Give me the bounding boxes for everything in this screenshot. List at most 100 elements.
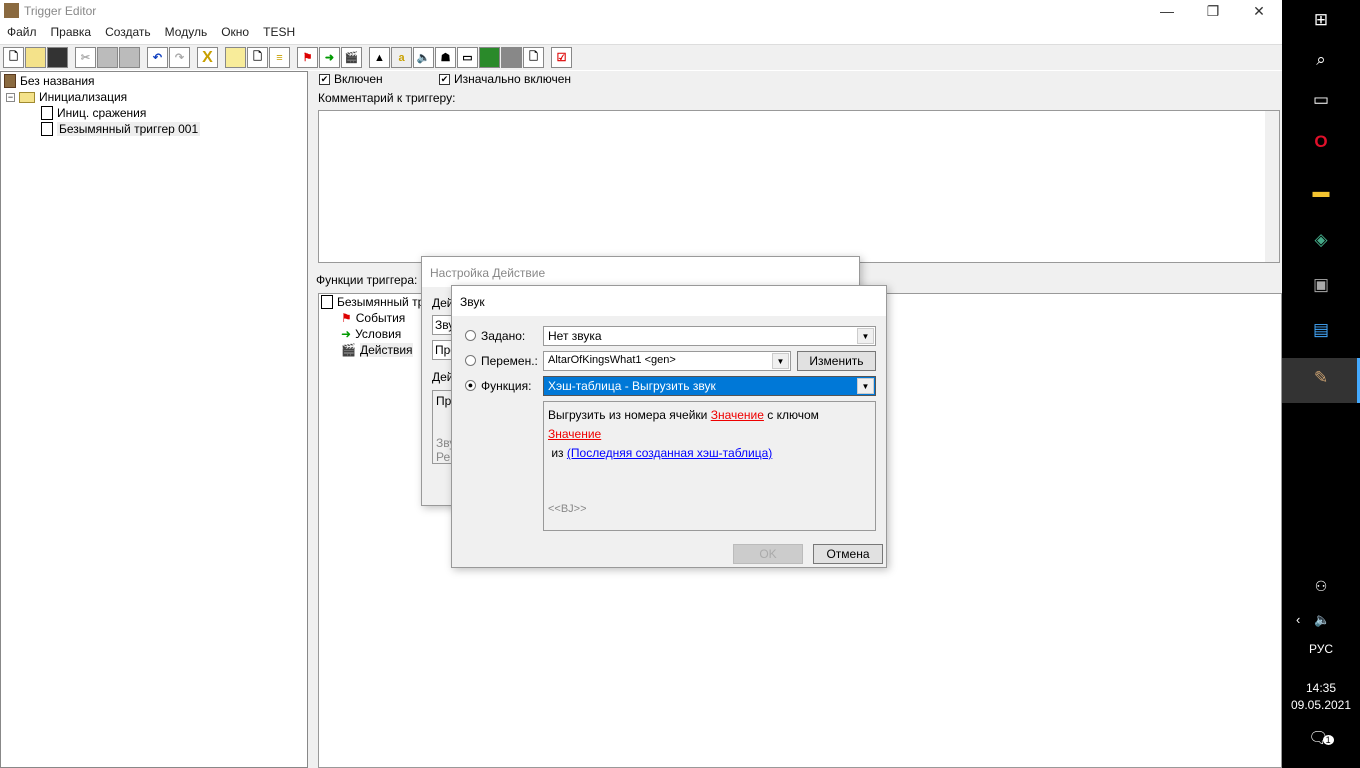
tree-item-selected[interactable]: Безымянный триггер 001: [41, 122, 201, 136]
delete-icon[interactable]: X: [197, 47, 218, 68]
variable-radio[interactable]: [465, 355, 476, 366]
preset-radio[interactable]: [465, 330, 476, 341]
new-category-icon[interactable]: [225, 47, 246, 68]
folder-icon: [19, 91, 35, 103]
action-icon[interactable]: 🎬: [341, 47, 362, 68]
opera-icon[interactable]: O: [1282, 132, 1360, 152]
bj-tag: <<BJ>>: [548, 503, 587, 515]
search-icon[interactable]: ⌕: [1282, 50, 1360, 70]
tree-item[interactable]: Иниц. сражения: [41, 106, 146, 120]
new-comment-icon[interactable]: ≡: [269, 47, 290, 68]
notifications-icon[interactable]: 🗨1: [1282, 728, 1360, 748]
condition-icon: ➜: [341, 327, 352, 341]
terrain-editor-icon[interactable]: ▲: [369, 47, 390, 68]
menu-tesh[interactable]: TESH: [256, 22, 302, 42]
chevron-down-icon[interactable]: ▼: [772, 353, 789, 369]
import-icon[interactable]: 🗋: [523, 47, 544, 68]
notification-count: 1: [1322, 735, 1334, 745]
close-button[interactable]: ✕: [1236, 0, 1282, 22]
video-icon[interactable]: ▤: [1282, 320, 1360, 340]
game-icon[interactable]: ▣: [1282, 275, 1360, 295]
value: Нет звука: [548, 329, 602, 343]
event-flag-icon[interactable]: ⚑: [297, 47, 318, 68]
condition-icon[interactable]: ➜: [319, 47, 340, 68]
clock-date[interactable]: 09.05.2021: [1282, 698, 1360, 712]
title-bar: Trigger Editor — ❐ ✕: [0, 0, 1282, 22]
function-combo[interactable]: Хэш-таблица - Выгрузить звук ▼: [543, 376, 876, 396]
volume-icon[interactable]: 🔈: [1314, 612, 1330, 628]
paste-icon[interactable]: [119, 47, 140, 68]
variable-combo[interactable]: AltarOfKingsWhat1 <gen> ▼: [543, 351, 791, 371]
dialog-title: Звук: [452, 286, 886, 316]
chevron-down-icon[interactable]: ▼: [857, 378, 874, 394]
edit-button[interactable]: Изменить: [797, 351, 876, 371]
map-icon: [4, 74, 16, 88]
ok-button[interactable]: OK: [733, 544, 803, 564]
enabled-checkbox[interactable]: ✔ Включен: [319, 72, 383, 86]
ai-editor-icon[interactable]: [479, 47, 500, 68]
menu-module[interactable]: Модуль: [158, 22, 215, 42]
new-trigger-icon[interactable]: 🗋: [247, 47, 268, 68]
object-text-icon[interactable]: a: [391, 47, 412, 68]
tree-root[interactable]: Без названия: [4, 74, 95, 88]
param-hashtable-link[interactable]: (Последняя созданная хэш-таблица): [567, 446, 772, 460]
task-view-icon[interactable]: ▭: [1282, 90, 1360, 110]
initially-on-checkbox[interactable]: ✔ Изначально включен: [439, 72, 571, 86]
file-explorer-icon[interactable]: ▬: [1282, 182, 1360, 202]
redo-icon[interactable]: ↷: [169, 47, 190, 68]
comment-textarea[interactable]: [318, 110, 1280, 263]
tree-category[interactable]: − Инициализация: [6, 90, 127, 104]
preset-combo[interactable]: Нет звука ▼: [543, 326, 876, 346]
param-value-link[interactable]: Значение: [711, 408, 764, 422]
menu-file[interactable]: Файл: [0, 22, 44, 42]
taskbar: ⊞ ⌕ ▭ O ▬ ◈ ▣ ▤ ✎ ⚇ ‹ 🔈 РУС 14:35 09.05.…: [1282, 0, 1360, 768]
function-description: Выгрузить из номера ячейки Значение с кл…: [543, 401, 876, 531]
show-hidden-icons[interactable]: ‹: [1296, 612, 1300, 627]
events-node[interactable]: ⚑ События: [341, 311, 405, 325]
campaign-icon[interactable]: ▭: [457, 47, 478, 68]
param-key-link[interactable]: Значение: [548, 427, 601, 441]
window-title: Trigger Editor: [24, 4, 97, 18]
actions-node[interactable]: 🎬 Действия: [341, 343, 413, 357]
language-indicator[interactable]: РУС: [1282, 642, 1360, 656]
trigger-icon: [321, 295, 333, 309]
object-editor-icon[interactable]: [501, 47, 522, 68]
trigger-icon: [41, 106, 53, 120]
sound-editor-icon[interactable]: 🔈: [413, 47, 434, 68]
menu-create[interactable]: Создать: [98, 22, 158, 42]
functions-label: Функции триггера:: [316, 273, 418, 287]
preset-label: Задано:: [481, 329, 526, 343]
test-map-icon[interactable]: ☑: [551, 47, 572, 68]
scrollbar[interactable]: [1265, 111, 1279, 262]
trigger-tree: Без названия − Инициализация Иниц. сражен…: [0, 71, 308, 768]
function-radio[interactable]: ●: [465, 380, 476, 391]
clock-time[interactable]: 14:35: [1282, 681, 1360, 695]
trigger-editor-icon: ✎: [1313, 368, 1329, 387]
collapse-icon[interactable]: −: [6, 92, 15, 102]
comment-label: Комментарий к триггеру:: [318, 91, 456, 105]
copy-icon[interactable]: [97, 47, 118, 68]
new-icon[interactable]: 🗋: [3, 47, 24, 68]
undo-icon[interactable]: ↶: [147, 47, 168, 68]
conditions-node[interactable]: ➜ Условия: [341, 327, 401, 341]
windows-start-icon[interactable]: ⊞: [1282, 10, 1360, 30]
value: Хэш-таблица - Выгрузить звук: [548, 379, 716, 393]
cancel-button[interactable]: Отмена: [813, 544, 883, 564]
menu-bar: Файл Правка Создать Модуль Окно TESH: [0, 22, 1282, 42]
unit-editor-icon[interactable]: ☗: [435, 47, 456, 68]
cut-icon[interactable]: ✂: [75, 47, 96, 68]
menu-edit[interactable]: Правка: [44, 22, 99, 42]
chevron-down-icon[interactable]: ▼: [857, 328, 874, 344]
people-icon[interactable]: ⚇: [1282, 578, 1360, 595]
open-icon[interactable]: [25, 47, 46, 68]
desc-text: с ключом: [767, 408, 819, 422]
func-root[interactable]: Безымянный тр: [321, 295, 424, 309]
sound-dialog: Звук Задано: Нет звука ▼ Перемен.: AltarO…: [451, 285, 887, 568]
save-icon[interactable]: [47, 47, 68, 68]
restore-button[interactable]: ❐: [1190, 0, 1236, 22]
trigger-editor-taskbar-button[interactable]: ✎: [1282, 358, 1360, 403]
app-icon[interactable]: ◈: [1282, 230, 1360, 250]
menu-window[interactable]: Окно: [214, 22, 256, 42]
minimize-button[interactable]: —: [1144, 0, 1190, 22]
desc-text: из: [551, 446, 564, 460]
